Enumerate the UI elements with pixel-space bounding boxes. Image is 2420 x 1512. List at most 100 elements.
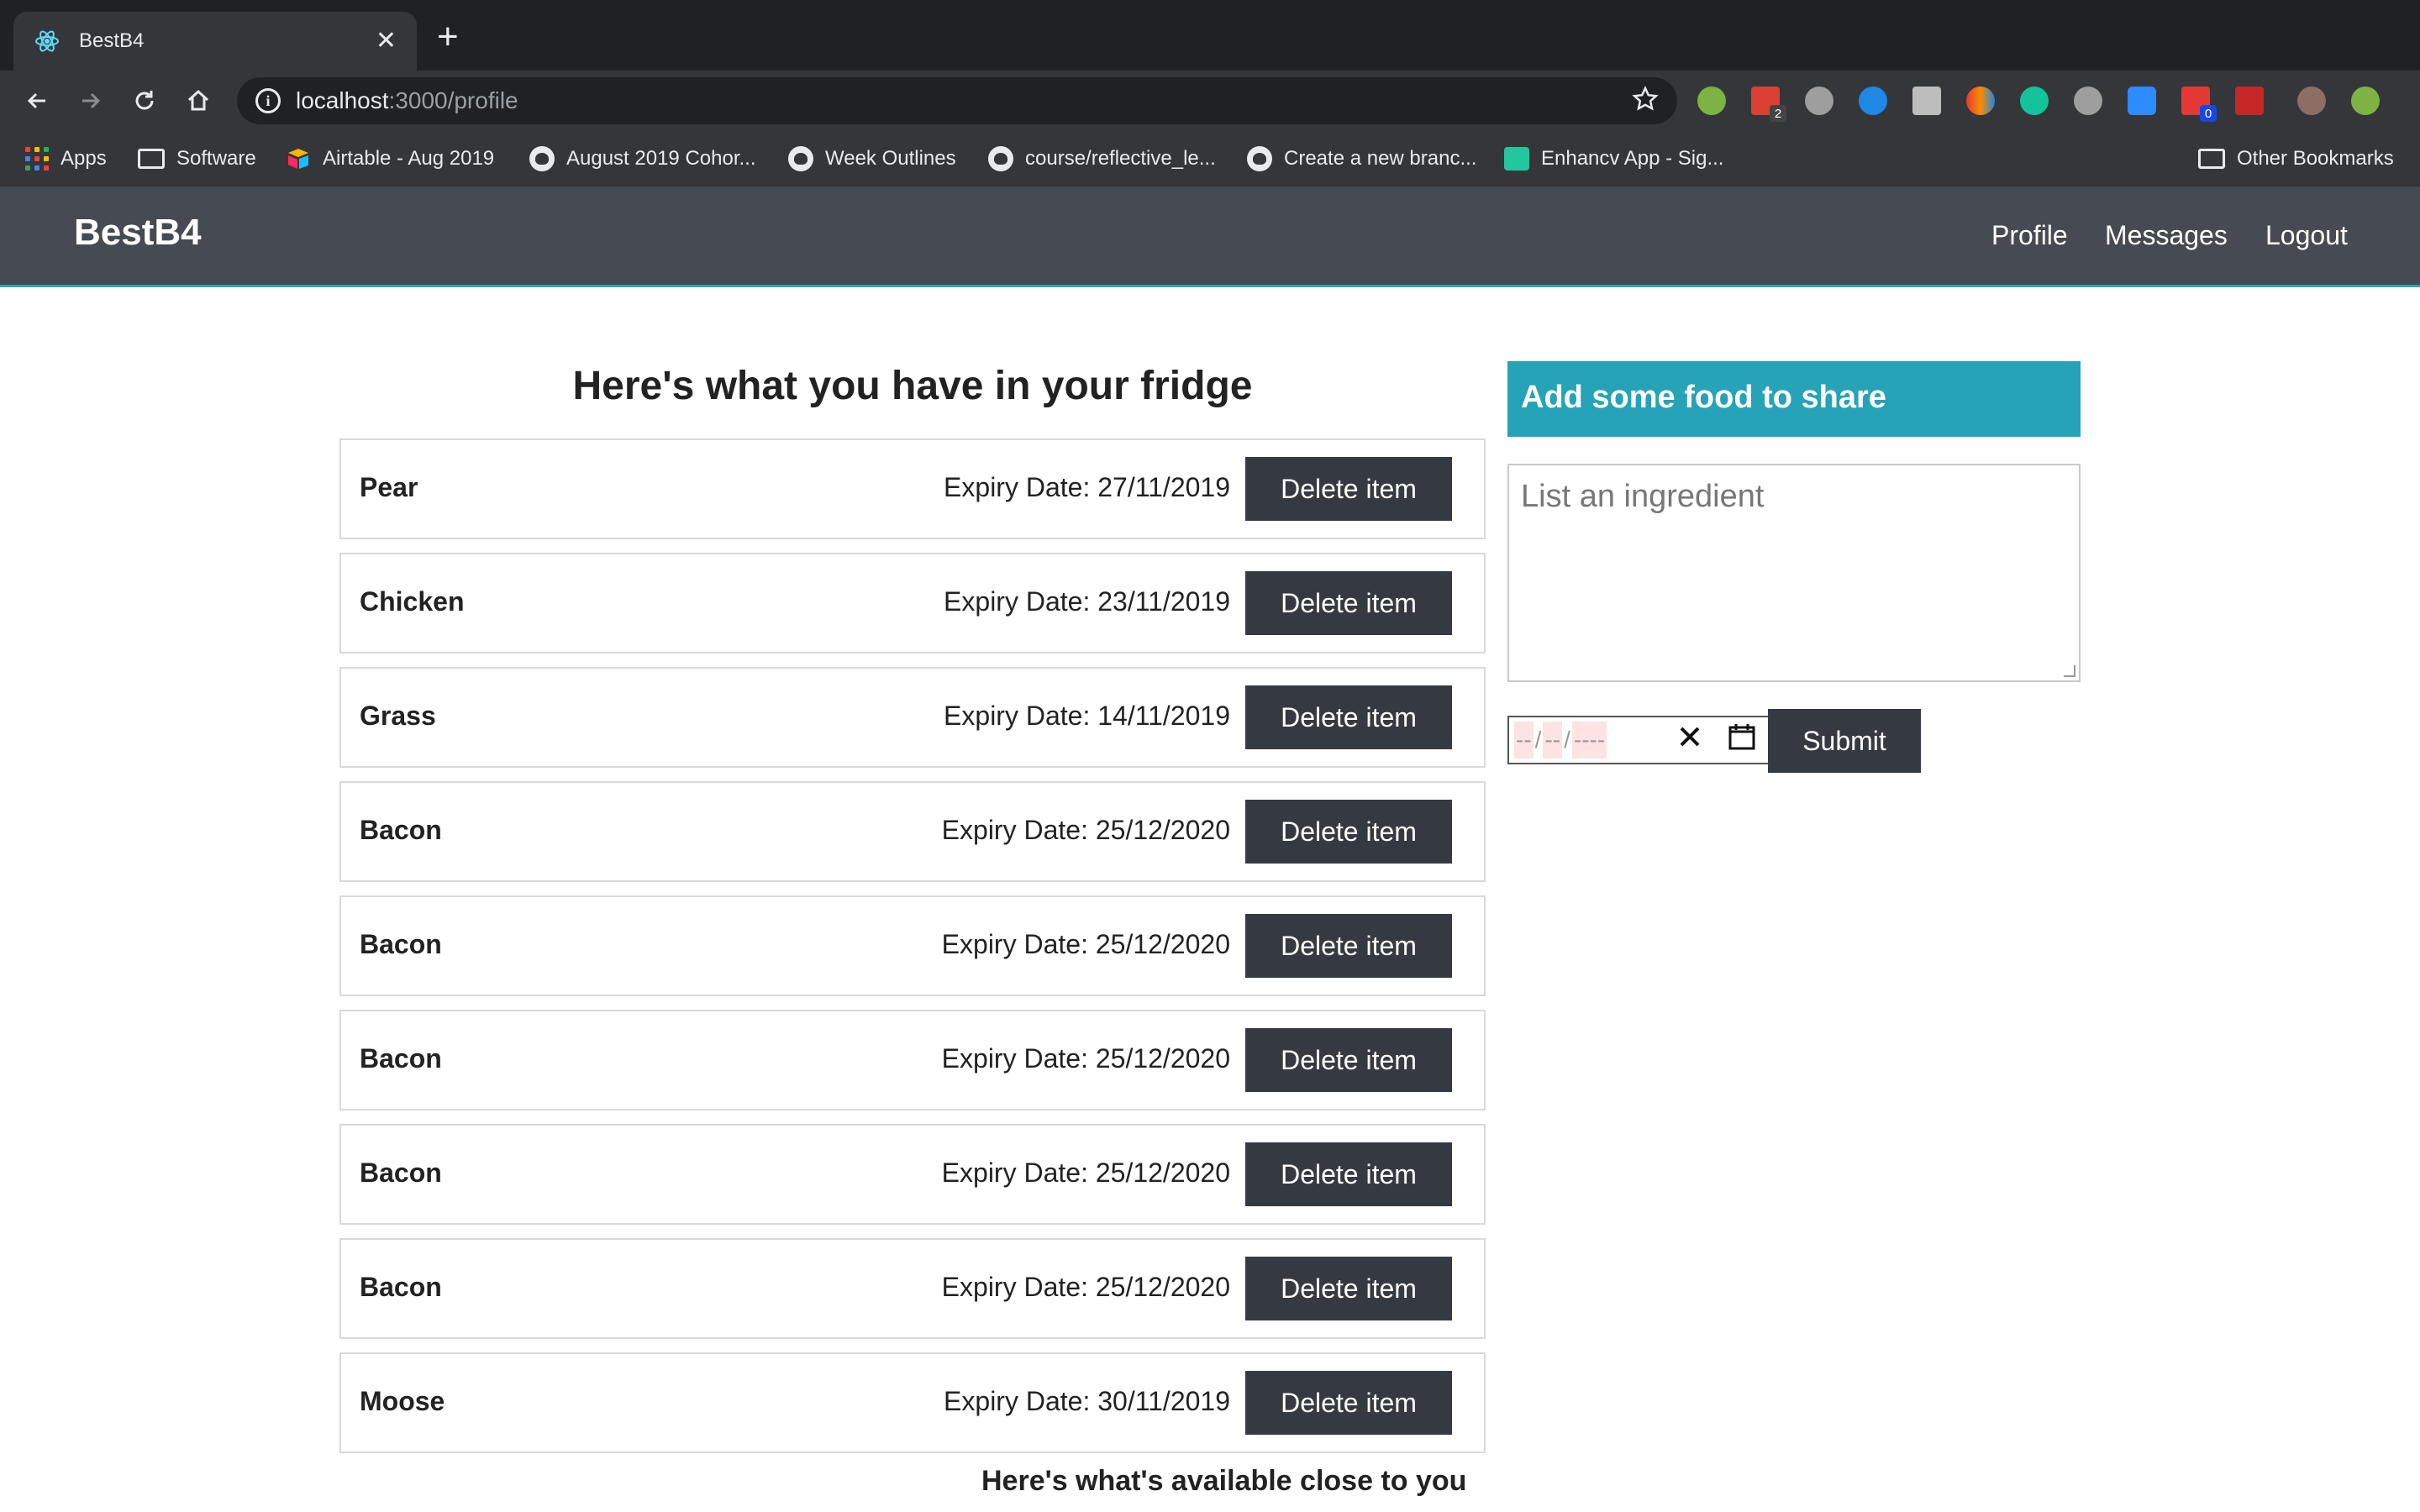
bookmark-label: Create a new branc... — [1284, 147, 1477, 170]
fridge-item-row: Bacon Expiry Date: 25/12/2020 Delete ite… — [339, 1238, 1486, 1339]
ingredient-textarea[interactable]: List an ingredient — [1507, 464, 2081, 682]
bookmark-other[interactable]: Other Bookmarks — [2198, 144, 2394, 173]
blue-circle-extension-icon[interactable] — [1859, 87, 1887, 115]
reload-icon[interactable] — [124, 81, 165, 121]
item-expiry: Expiry Date: 25/12/2020 — [941, 1158, 1230, 1188]
bookmark-label: course/reflective_le... — [1025, 147, 1216, 170]
delete-item-button[interactable]: Delete item — [1245, 1371, 1452, 1435]
bookmarks-bar: Apps Software Airtable - Aug 2019 August… — [0, 131, 2420, 186]
todoist-extension-icon[interactable]: 2 — [1751, 87, 1786, 122]
item-expiry: Expiry Date: 30/11/2019 — [944, 1386, 1230, 1416]
item-expiry: Expiry Date: 25/12/2020 — [941, 1043, 1230, 1074]
fridge-item-row: Bacon Expiry Date: 25/12/2020 Delete ite… — [339, 781, 1486, 882]
rainbow-extension-icon[interactable] — [1966, 87, 1995, 115]
github-icon — [788, 146, 813, 171]
bookmark-star-icon[interactable] — [1632, 85, 1659, 117]
bookmark-enhancv[interactable]: Enhancv App - Sig... — [1504, 144, 1723, 173]
speech-bubble-extension-icon[interactable] — [2074, 87, 2102, 115]
delete-item-button[interactable]: Delete item — [1245, 571, 1452, 635]
zoom-extension-icon[interactable] — [2128, 87, 2156, 115]
bookmark-apps[interactable]: Apps — [25, 144, 107, 173]
delete-item-button[interactable]: Delete item — [1245, 1257, 1452, 1320]
nav-logout[interactable]: Logout — [2265, 220, 2348, 251]
date-month[interactable]: -- — [1543, 722, 1563, 759]
home-icon[interactable] — [178, 81, 218, 121]
github-icon — [529, 146, 555, 171]
bookmark-reflective[interactable]: course/reflective_le... — [988, 144, 1216, 173]
nav-messages[interactable]: Messages — [2105, 220, 2228, 251]
red-puzzle-extension-icon[interactable] — [2235, 87, 2264, 115]
delete-item-button[interactable]: Delete item — [1245, 1142, 1452, 1206]
fridge-item-row: Bacon Expiry Date: 25/12/2020 Delete ite… — [339, 1124, 1486, 1225]
bookmark-airtable[interactable]: Airtable - Aug 2019 — [286, 144, 494, 173]
item-expiry: Expiry Date: 23/11/2019 — [944, 586, 1230, 617]
delete-item-button[interactable]: Delete item — [1245, 685, 1452, 749]
item-name: Bacon — [360, 929, 442, 959]
browser-toolbar: i localhost :3000/profile 2 0 — [0, 71, 2420, 131]
browser-tab[interactable]: BestB4 ✕ — [13, 12, 417, 71]
bookmark-august-cohort[interactable]: August 2019 Cohor... — [529, 144, 756, 173]
item-name: Pear — [360, 472, 418, 502]
calendar-icon[interactable] — [1728, 722, 1756, 751]
nav-profile[interactable]: Profile — [1991, 220, 2068, 251]
expiry-date-input[interactable]: -- / -- / ---- — [1507, 716, 1770, 764]
grammarly-extension-icon[interactable] — [2020, 87, 2049, 115]
extensions-bar: 2 0 — [1697, 84, 2405, 122]
adblock-extension-icon[interactable]: 0 — [2181, 87, 2217, 122]
brand-logo[interactable]: BestB4 — [74, 212, 202, 254]
resize-grip-icon[interactable] — [2064, 665, 2075, 677]
bookmark-label: Apps — [60, 147, 107, 170]
delete-item-button[interactable]: Delete item — [1245, 1028, 1452, 1092]
share-header: Add some food to share — [1507, 361, 2081, 437]
check-extension-icon[interactable] — [1697, 87, 1726, 115]
bookmark-new-branch[interactable]: Create a new branc... — [1247, 144, 1476, 173]
fridge-item-row: Bacon Expiry Date: 25/12/2020 Delete ite… — [339, 1010, 1486, 1110]
bookmark-label: Software — [176, 147, 256, 170]
enhancv-icon — [1504, 147, 1529, 171]
profile-avatar[interactable] — [2297, 87, 2326, 115]
tab-title: BestB4 — [79, 29, 145, 52]
browser-tabstrip: BestB4 ✕ + — [0, 0, 2420, 71]
item-expiry: Expiry Date: 27/11/2019 — [944, 472, 1230, 502]
item-name: Grass — [360, 701, 436, 731]
url-host: localhost — [296, 87, 389, 113]
date-year[interactable]: ---- — [1571, 722, 1607, 759]
item-name: Bacon — [360, 1272, 442, 1302]
fridge-item-row: Pear Expiry Date: 27/11/2019 Delete item — [339, 438, 1486, 539]
back-icon[interactable] — [17, 81, 57, 121]
submit-button[interactable]: Submit — [1768, 709, 1921, 773]
delete-item-button[interactable]: Delete item — [1245, 914, 1452, 978]
folder-icon — [138, 149, 165, 169]
item-expiry: Expiry Date: 25/12/2020 — [941, 929, 1230, 959]
owl-extension-icon[interactable] — [1805, 87, 1833, 115]
forward-icon[interactable] — [71, 81, 111, 121]
fridge-item-list: Pear Expiry Date: 27/11/2019 Delete item… — [339, 438, 1486, 1467]
info-icon[interactable]: i — [255, 88, 281, 113]
date-row: -- / -- / ---- Submit — [1507, 709, 2081, 773]
date-separator: / — [1534, 727, 1542, 753]
fridge-item-row: Grass Expiry Date: 14/11/2019 Delete ite… — [339, 667, 1486, 768]
bookmark-label: Week Outlines — [825, 147, 956, 170]
delete-item-button[interactable]: Delete item — [1245, 457, 1452, 521]
date-day[interactable]: -- — [1514, 722, 1534, 759]
fridge-item-row: Chicken Expiry Date: 23/11/2019 Delete i… — [339, 553, 1486, 654]
fridge-item-row: Moose Expiry Date: 30/11/2019 Delete ite… — [339, 1352, 1486, 1453]
item-expiry: Expiry Date: 14/11/2019 — [944, 701, 1230, 731]
clear-date-icon[interactable] — [1677, 724, 1702, 749]
bookmark-week-outlines[interactable]: Week Outlines — [788, 144, 956, 173]
adblock-badge: 0 — [2200, 105, 2217, 122]
bookmark-software[interactable]: Software — [138, 144, 256, 173]
delete-item-button[interactable]: Delete item — [1245, 800, 1452, 864]
new-tab-icon[interactable]: + — [437, 18, 459, 55]
share-panel: Add some food to share List an ingredien… — [1507, 361, 2081, 773]
apps-grid-icon — [25, 147, 49, 171]
item-name: Bacon — [360, 1158, 442, 1188]
github-icon — [988, 146, 1013, 171]
github-icon — [1247, 146, 1272, 171]
grey-square-extension-icon[interactable] — [1912, 87, 1941, 115]
address-bar[interactable]: i localhost :3000/profile — [237, 77, 1677, 124]
item-name: Bacon — [360, 1043, 442, 1074]
ingredient-placeholder: List an ingredient — [1521, 479, 1765, 514]
tab-close-icon[interactable]: ✕ — [376, 29, 397, 54]
update-icon[interactable] — [2351, 87, 2380, 115]
